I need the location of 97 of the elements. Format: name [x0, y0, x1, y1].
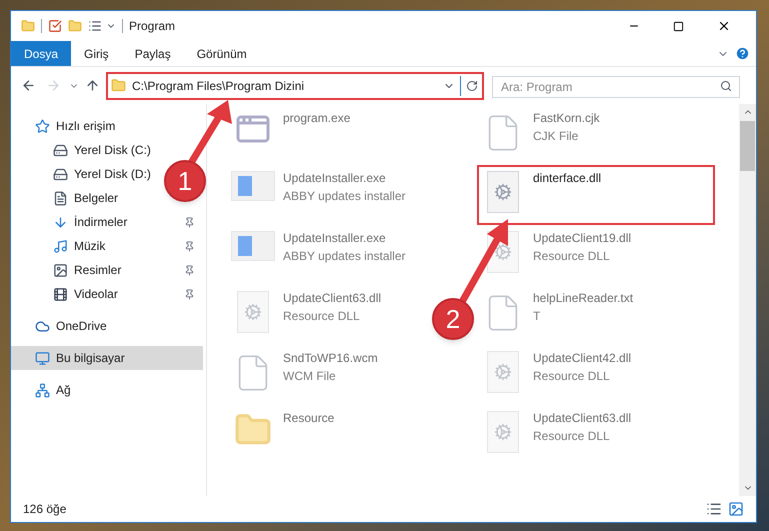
file-type: Resource DLL	[283, 308, 361, 325]
refresh-icon[interactable]	[466, 80, 478, 92]
file-item[interactable]: UpdateClient63.dll Resource DLL	[477, 405, 638, 465]
sidebar-item[interactable]: Bu bilgisayar	[11, 346, 203, 370]
sidebar-item[interactable]: Müzik	[11, 234, 203, 258]
installer-icon	[231, 231, 275, 261]
search-field[interactable]: Ara: Program	[492, 76, 740, 98]
details-view-icon[interactable]	[706, 501, 722, 517]
file-name: UpdateClient19.dll	[533, 230, 632, 247]
file-type: Resource DLL	[533, 248, 611, 265]
file-item[interactable]: UpdateInstaller.exe ABBY updates installer	[227, 225, 412, 285]
ribbon-tab[interactable]: Giriş	[71, 41, 122, 66]
sidebar-item[interactable]: Resimler	[11, 258, 203, 282]
sidebar-label: Bu bilgisayar	[56, 350, 125, 367]
sidebar-item[interactable]: OneDrive	[11, 314, 111, 338]
film-icon	[53, 286, 68, 302]
gear-file-icon	[237, 291, 269, 333]
file-item[interactable]: UpdateInstaller.exe ABBY updates installer	[227, 165, 412, 225]
file-name: dinterface.dll	[533, 170, 602, 187]
large-icons-view-icon[interactable]	[728, 501, 744, 517]
window-title: Program	[129, 18, 176, 35]
file-name: helpLineReader.txt	[533, 290, 634, 307]
file-item[interactable]: UpdateClient42.dll Resource DLL	[477, 345, 638, 405]
back-icon[interactable]	[21, 78, 36, 93]
file-name: Resource	[283, 410, 334, 427]
sidebar-item[interactable]: Belgeler	[11, 186, 122, 210]
picture-icon	[53, 262, 68, 278]
file-type: ABBY updates installer	[283, 188, 406, 205]
sidebar-label: Resimler	[74, 262, 122, 279]
folder-icon	[111, 78, 126, 93]
sidebar-label: Hızlı erişim	[56, 118, 116, 135]
scroll-thumb[interactable]	[740, 121, 755, 171]
star-icon	[35, 118, 50, 134]
file-name: SndToWP16.wcm	[283, 350, 378, 367]
file-type: ABBY updates installer	[283, 248, 406, 265]
maximize-icon	[673, 20, 684, 32]
checkbox-icon[interactable]	[48, 19, 62, 33]
file-name: UpdateInstaller.exe	[283, 230, 387, 247]
sidebar-item[interactable]: Hızlı erişim	[11, 114, 120, 138]
sidebar-item[interactable]: Yerel Disk (C:)	[11, 138, 155, 162]
gear-file-icon	[487, 351, 519, 393]
file-type: WCM File	[283, 368, 337, 385]
help-icon[interactable]	[735, 46, 750, 61]
sidebar-label: Videolar	[74, 286, 118, 303]
scrollbar[interactable]	[739, 104, 756, 496]
sidebar-item[interactable]: Ağ	[11, 378, 75, 402]
sidebar-label: Müzik	[74, 238, 106, 255]
sidebar-label: OneDrive	[56, 318, 107, 335]
down-arrow-icon	[53, 214, 68, 230]
network-icon	[35, 382, 50, 398]
monitor-icon	[35, 350, 50, 366]
file-name: FastKorn.cjk	[533, 110, 600, 127]
file-type: Resource DLL	[533, 368, 611, 385]
pin-icon[interactable]	[184, 240, 195, 252]
file-item[interactable]: SndToWP16.wcm WCM File	[227, 345, 384, 405]
pin-icon[interactable]	[184, 264, 195, 276]
file-type: Resource DLL	[533, 428, 611, 445]
sidebar-item[interactable]: Yerel Disk (D:)	[11, 162, 155, 186]
ribbon-tab[interactable]: Görünüm	[184, 41, 260, 66]
drive-icon	[53, 142, 68, 158]
file-item[interactable]: helpLineReader.txt T	[477, 285, 640, 345]
cloud-icon	[35, 318, 50, 334]
properties-icon[interactable]	[88, 19, 102, 33]
file-item[interactable]: program.exe	[227, 105, 356, 165]
ribbon-tab[interactable]: Paylaş	[122, 41, 184, 66]
gear-file-icon	[487, 411, 519, 453]
file-name: UpdateClient42.dll	[533, 350, 632, 367]
sidebar-label: Ağ	[56, 382, 71, 399]
address-field[interactable]: C:\Program Files\Program Dizini	[106, 72, 484, 100]
file-item[interactable]: UpdateClient63.dll Resource DLL	[227, 285, 388, 345]
file-item[interactable]: FastKorn.cjk CJK File	[477, 105, 606, 165]
file-name: UpdateClient63.dll	[283, 290, 382, 307]
file-item[interactable]: dinterface.dll	[477, 165, 715, 225]
file-item[interactable]: Resource	[227, 405, 340, 465]
address-path: C:\Program Files\Program Dizini	[132, 78, 304, 94]
sidebar-item[interactable]: Videolar	[11, 282, 203, 306]
drive-icon	[53, 166, 68, 182]
file-name: program.exe	[283, 110, 350, 127]
sidebar-label: Belgeler	[74, 190, 118, 207]
search-icon	[720, 80, 732, 92]
file-name: UpdateInstaller.exe	[283, 170, 387, 187]
file-type: T	[533, 308, 542, 325]
pin-icon[interactable]	[184, 216, 195, 228]
file-type: CJK File	[533, 128, 580, 145]
file-name: UpdateClient63.dll	[533, 410, 632, 427]
sidebar-label: Yerel Disk (C:)	[74, 142, 151, 159]
sidebar-item[interactable]: İndirmeler	[11, 210, 203, 234]
document-icon	[53, 190, 68, 206]
sidebar-label: İndirmeler	[74, 214, 128, 231]
up-icon[interactable]	[85, 78, 100, 93]
item-count: 126 öğe	[23, 501, 66, 518]
pin-icon[interactable]	[184, 288, 195, 300]
installer-icon	[231, 171, 275, 201]
ribbon-tab[interactable]: Dosya	[11, 41, 72, 66]
music-note-icon	[53, 238, 68, 254]
sidebar-label: Yerel Disk (D:)	[74, 166, 151, 183]
gear-file-icon	[487, 171, 519, 213]
